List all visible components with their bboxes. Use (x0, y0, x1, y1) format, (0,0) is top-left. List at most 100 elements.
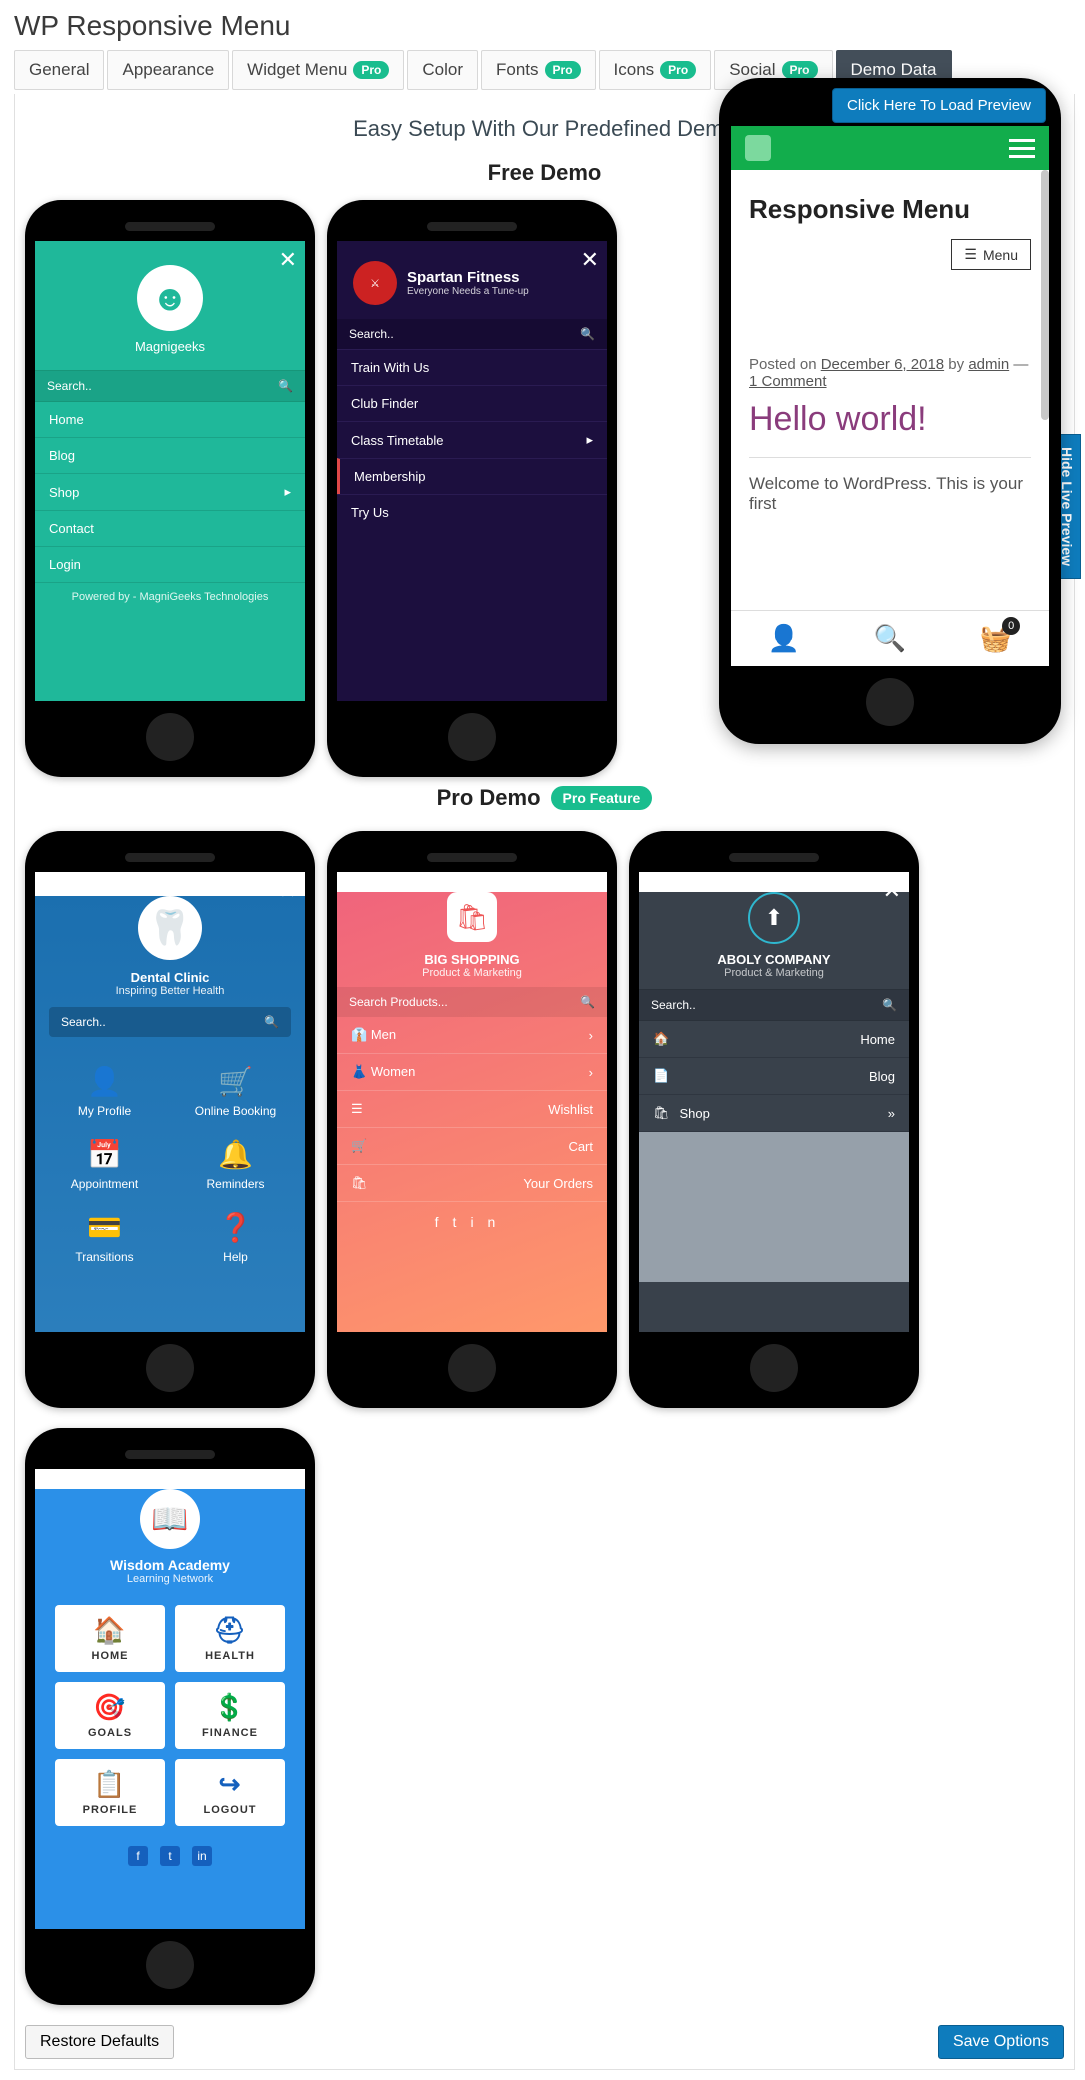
search-icon: 🔍 (278, 379, 293, 393)
grid-item: 💳Transitions (39, 1201, 170, 1274)
logo-icon: ⚔ (353, 261, 397, 305)
tab-general[interactable]: General (14, 50, 104, 90)
chevron-right-icon: ▸ (586, 432, 593, 448)
load-preview-button[interactable]: Click Here To Load Preview (832, 88, 1046, 123)
demo-title: Spartan Fitness (407, 269, 529, 286)
save-options-button[interactable]: Save Options (938, 2025, 1064, 2059)
grid-item: 📅Appointment (39, 1128, 170, 1201)
grid-card: ↪LOGOUT (175, 1759, 285, 1826)
tab-label: Icons (614, 60, 655, 80)
demo-subtitle: Inspiring Better Health (35, 985, 305, 997)
menu-item: 🛍Your Orders (337, 1165, 607, 1202)
health-icon: ⛑ (179, 1615, 281, 1646)
phone-speaker (729, 853, 819, 862)
post-meta: Posted on December 6, 2018 by admin — 1 … (749, 270, 1031, 390)
search-input: Search Products...🔍 (337, 987, 607, 1017)
home-icon: 🏠 (653, 1031, 669, 1047)
demo-card-dental[interactable]: ✕ 🦷 Dental Clinic Inspiring Better Healt… (25, 831, 315, 1408)
tab-icons[interactable]: Icons Pro (599, 50, 712, 90)
post-date-link[interactable]: December 6, 2018 (821, 356, 944, 373)
demo-card-spartan[interactable]: ✕ ⚔Spartan FitnessEveryone Needs a Tune-… (327, 200, 617, 777)
tab-widget-menu[interactable]: Widget MenuPro (232, 50, 404, 90)
tab-color[interactable]: Color (407, 50, 478, 90)
demo-subtitle: Everyone Needs a Tune-up (407, 286, 529, 297)
demo-card-magnigeeks[interactable]: ✕ ☻Magnigeeks Search..🔍 Home Blog Shop▸ … (25, 200, 315, 777)
cart-icon: 🛒 (351, 1138, 367, 1154)
menu-item: Club Finder (337, 385, 607, 421)
target-icon: 🎯 (59, 1692, 161, 1723)
logo-icon: 📖 (140, 1489, 200, 1549)
phone-home-button (448, 1344, 496, 1392)
phone-speaker (125, 222, 215, 231)
demo-card-aboly[interactable]: ✕ ⬆ ABOLY COMPANY Product & Marketing Se… (629, 831, 919, 1408)
account-icon[interactable]: 👤 (768, 623, 800, 654)
tab-appearance[interactable]: Appearance (107, 50, 229, 90)
demo-title: ABOLY COMPANY (639, 952, 909, 967)
logo-icon: 🦷 (138, 896, 202, 960)
phone-speaker (427, 222, 517, 231)
profile-icon: 📋 (59, 1769, 161, 1800)
bag-icon: 🛍 (653, 1105, 670, 1121)
bell-icon: 🔔 (180, 1138, 291, 1171)
grid-card: 🏠HOME (55, 1605, 165, 1672)
site-logo-icon[interactable] (745, 135, 771, 161)
demo-title: BIG SHOPPING (337, 952, 607, 967)
cart-icon[interactable]: 🧺0 (980, 623, 1012, 654)
grid-item: 👤My Profile (39, 1055, 170, 1128)
demo-subtitle: Product & Marketing (639, 967, 909, 979)
cart-icon: 🛒 (180, 1065, 291, 1098)
post-title[interactable]: Hello world! (749, 400, 1031, 439)
post-excerpt: Welcome to WordPress. This is your first (749, 457, 1031, 514)
pro-badge: Pro (782, 61, 818, 79)
phone-home-button (866, 678, 914, 726)
pro-badge: Pro (660, 61, 696, 79)
phone-speaker (125, 1450, 215, 1459)
search-icon: 🔍 (264, 1015, 279, 1029)
menu-item: 👔 Men› (337, 1017, 607, 1054)
tab-label: Social (729, 60, 775, 80)
demo-card-bigshopping[interactable]: 🛍 BIG SHOPPING Product & Marketing Searc… (327, 831, 617, 1408)
restore-defaults-button[interactable]: Restore Defaults (25, 2025, 174, 2059)
tab-fonts[interactable]: FontsPro (481, 50, 596, 90)
menu-button[interactable]: ☰Menu (951, 239, 1031, 270)
twitter-icon: t (160, 1846, 180, 1866)
pro-badge: Pro (353, 61, 389, 79)
demo-subtitle: Learning Network (35, 1573, 305, 1585)
dollar-icon: 💲 (179, 1692, 281, 1723)
demo-footer: Powered by - MagniGeeks Technologies (35, 591, 305, 603)
menu-item: 📄Blog (639, 1058, 909, 1095)
chevron-right-icon: » (888, 1106, 895, 1121)
logout-icon: ↪ (179, 1769, 281, 1800)
phone-speaker (125, 853, 215, 862)
demo-title: Magnigeeks (35, 339, 305, 354)
search-icon[interactable]: 🔍 (874, 623, 906, 654)
menu-item: Try Us (337, 494, 607, 530)
facebook-icon: f (435, 1214, 453, 1230)
card-icon: 💳 (49, 1211, 160, 1244)
grid-item: 🔔Reminders (170, 1128, 301, 1201)
phone-speaker (427, 853, 517, 862)
file-icon: 📄 (653, 1068, 669, 1084)
phone-home-button (146, 1941, 194, 1989)
demo-subtitle: Product & Marketing (337, 967, 607, 979)
cart-count-badge: 0 (1002, 617, 1020, 635)
author-link[interactable]: admin (968, 356, 1009, 373)
scrollbar[interactable] (1041, 170, 1049, 420)
linkedin-icon: in (470, 1214, 509, 1230)
menu-item: 🏠Home (639, 1021, 909, 1058)
tab-label: Fonts (496, 60, 539, 80)
menu-item-selected: Membership (337, 458, 607, 494)
logo-icon: 🛍 (447, 892, 497, 942)
menu-item: Login (35, 547, 305, 583)
hamburger-icon[interactable] (1009, 134, 1035, 163)
home-icon: 🏠 (59, 1615, 161, 1646)
menu-item: Contact (35, 511, 305, 547)
comments-link[interactable]: 1 Comment (749, 373, 827, 390)
chevron-right-icon: › (589, 1065, 593, 1080)
bag-icon: 🛍 (351, 1175, 367, 1191)
demo-card-wisdom[interactable]: 📖 Wisdom Academy Learning Network 🏠HOME … (25, 1428, 315, 2005)
close-icon: ✕ (883, 878, 901, 904)
menu-item: Shop▸ (35, 474, 305, 511)
search-input: Search..🔍 (337, 319, 607, 349)
demo-title: Dental Clinic (35, 970, 305, 985)
